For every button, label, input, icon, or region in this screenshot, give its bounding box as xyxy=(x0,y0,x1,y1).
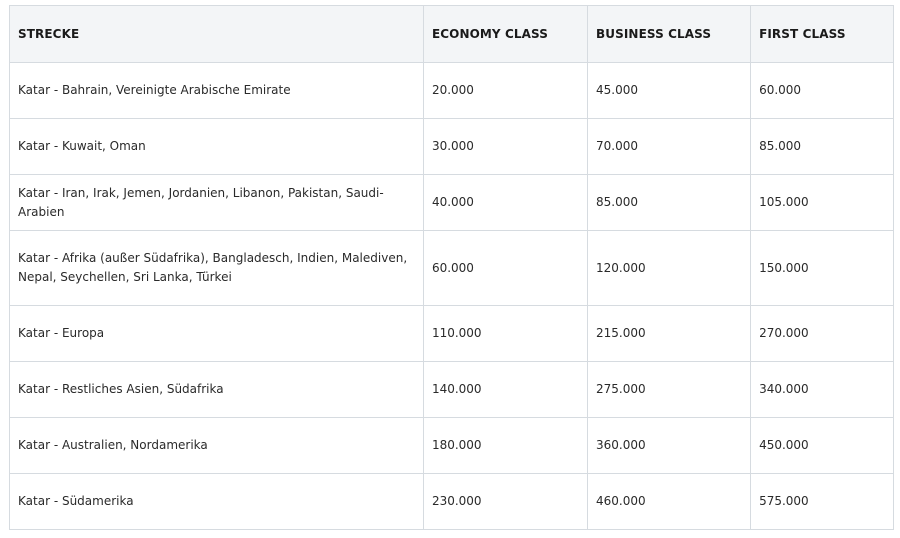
table-row: Katar - Iran, Irak, Jemen, Jordanien, Li… xyxy=(9,174,894,231)
economy-cell: 140.000 xyxy=(422,361,589,418)
column-header-route: STRECKE xyxy=(9,5,424,63)
first-cell: 270.000 xyxy=(750,305,894,362)
first-cell: 105.000 xyxy=(750,174,894,231)
first-cell: 150.000 xyxy=(750,230,894,306)
economy-cell: 40.000 xyxy=(422,174,589,231)
business-cell: 275.000 xyxy=(587,361,752,418)
award-miles-table: STRECKE ECONOMY CLASS BUSINESS CLASS FIR… xyxy=(9,5,894,530)
business-cell: 70.000 xyxy=(587,118,752,175)
route-cell: Katar - Restliches Asien, Südafrika xyxy=(9,361,424,418)
table-row: Katar - Kuwait, Oman 30.000 70.000 85.00… xyxy=(9,118,894,175)
first-cell: 85.000 xyxy=(750,118,894,175)
table-body: Katar - Bahrain, Vereinigte Arabische Em… xyxy=(9,62,894,530)
economy-cell: 110.000 xyxy=(422,305,589,362)
route-cell: Katar - Bahrain, Vereinigte Arabische Em… xyxy=(9,62,424,119)
table-row: Katar - Bahrain, Vereinigte Arabische Em… xyxy=(9,62,894,119)
table-row: Katar - Südamerika 230.000 460.000 575.0… xyxy=(9,473,894,530)
table-row: Katar - Afrika (außer Südafrika), Bangla… xyxy=(9,230,894,306)
route-cell: Katar - Iran, Irak, Jemen, Jordanien, Li… xyxy=(9,174,424,231)
header-row: STRECKE ECONOMY CLASS BUSINESS CLASS FIR… xyxy=(9,5,894,63)
economy-cell: 180.000 xyxy=(422,417,589,474)
business-cell: 120.000 xyxy=(587,230,752,306)
table-row: Katar - Australien, Nordamerika 180.000 … xyxy=(9,417,894,474)
route-cell: Katar - Kuwait, Oman xyxy=(9,118,424,175)
first-cell: 340.000 xyxy=(750,361,894,418)
economy-cell: 20.000 xyxy=(422,62,589,119)
first-cell: 450.000 xyxy=(750,417,894,474)
business-cell: 460.000 xyxy=(587,473,752,530)
economy-cell: 60.000 xyxy=(422,230,589,306)
economy-cell: 30.000 xyxy=(422,118,589,175)
first-cell: 575.000 xyxy=(750,473,894,530)
column-header-first: FIRST CLASS xyxy=(750,5,894,63)
first-cell: 60.000 xyxy=(750,62,894,119)
route-cell: Katar - Australien, Nordamerika xyxy=(9,417,424,474)
route-cell: Katar - Europa xyxy=(9,305,424,362)
table-row: Katar - Europa 110.000 215.000 270.000 xyxy=(9,305,894,362)
business-cell: 45.000 xyxy=(587,62,752,119)
business-cell: 360.000 xyxy=(587,417,752,474)
table-row: Katar - Restliches Asien, Südafrika 140.… xyxy=(9,361,894,418)
route-cell: Katar - Südamerika xyxy=(9,473,424,530)
column-header-economy: ECONOMY CLASS xyxy=(422,5,589,63)
column-header-business: BUSINESS CLASS xyxy=(587,5,752,63)
economy-cell: 230.000 xyxy=(422,473,589,530)
table-header: STRECKE ECONOMY CLASS BUSINESS CLASS FIR… xyxy=(9,5,894,63)
route-cell: Katar - Afrika (außer Südafrika), Bangla… xyxy=(9,230,424,306)
business-cell: 85.000 xyxy=(587,174,752,231)
business-cell: 215.000 xyxy=(587,305,752,362)
